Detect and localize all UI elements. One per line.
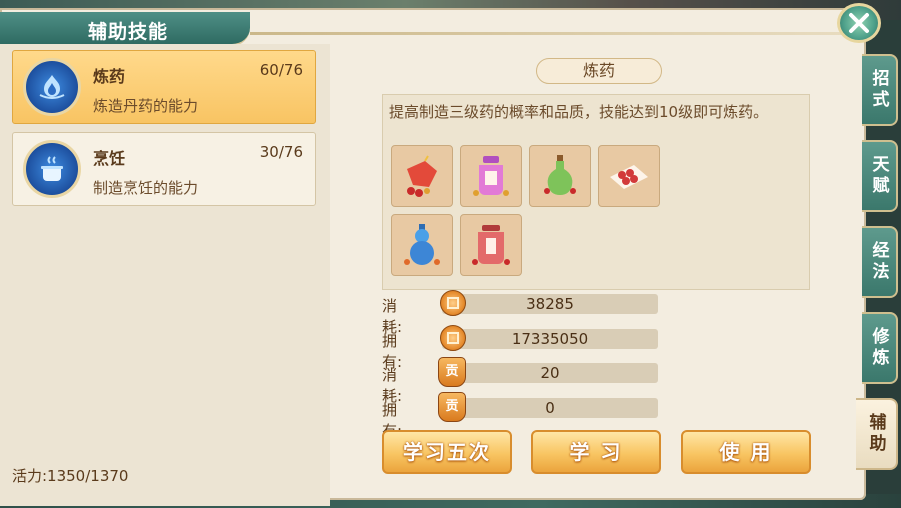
skill-list: 炼药 60/76 炼造丹药的能力 烹饪 30/76 制造烹饪的能力 活力:135…	[0, 44, 330, 506]
red-pills-plate-icon[interactable]	[598, 145, 660, 207]
skill-item-cooking[interactable]: 烹饪 30/76 制造烹饪的能力	[12, 132, 316, 206]
purple-jar-icon[interactable]	[460, 145, 522, 207]
page-title: 辅助技能	[88, 21, 169, 43]
title-bar: 辅助技能	[0, 12, 250, 46]
learn-five-button[interactable]: 学习五次	[382, 430, 512, 474]
tab-talent[interactable]: 天赋	[862, 140, 898, 212]
skill-name: 烹饪	[93, 149, 126, 168]
tab-scripture[interactable]: 经法	[862, 226, 898, 298]
skill-desc: 炼造丹药的能力	[93, 97, 199, 115]
tab-moves[interactable]: 招式	[862, 54, 898, 126]
title-divider	[250, 32, 850, 35]
coin-icon	[440, 325, 466, 351]
green-vase-icon[interactable]	[529, 145, 591, 207]
skill-panel: 辅助技能 炼药 60/76 炼造丹药的能力 烹饪 30/76 制造烹饪的能力 活…	[0, 8, 866, 506]
coin-icon	[440, 290, 466, 316]
cost-value: 38285	[442, 294, 658, 314]
skill-desc: 制造烹饪的能力	[93, 179, 199, 197]
close-icon	[849, 13, 869, 33]
detail-box: 提高制造三级药的概率和品质，技能达到10级即可炼药。	[382, 94, 810, 290]
red-pouch-icon[interactable]	[391, 145, 453, 207]
contribution-token-icon: 贡	[438, 357, 466, 387]
owned-value: 17335050	[442, 329, 658, 349]
cost-value: 20	[442, 363, 658, 383]
skill-level: 30/76	[259, 143, 303, 161]
tab-auxiliary[interactable]: 辅助	[856, 398, 898, 470]
tab-cultivation[interactable]: 修炼	[862, 312, 898, 384]
contribution-token-icon: 贡	[438, 392, 466, 422]
red-jar-icon[interactable]	[460, 214, 522, 276]
lotus-flame-icon	[23, 58, 81, 116]
owned-value: 0	[442, 398, 658, 418]
detail-tab: 炼药	[536, 58, 662, 84]
skill-name: 炼药	[93, 67, 126, 86]
energy-label: 活力:1350/1370	[12, 467, 129, 485]
learn-button[interactable]: 学 习	[531, 430, 661, 474]
close-button[interactable]	[837, 3, 881, 43]
skill-description: 提高制造三级药的概率和品质，技能达到10级即可炼药。	[389, 103, 769, 121]
skill-item-alchemy[interactable]: 炼药 60/76 炼造丹药的能力	[12, 50, 316, 124]
cooking-pot-icon	[23, 140, 81, 198]
blue-gourd-icon[interactable]	[391, 214, 453, 276]
skill-level: 60/76	[259, 61, 303, 79]
use-button[interactable]: 使 用	[681, 430, 811, 474]
